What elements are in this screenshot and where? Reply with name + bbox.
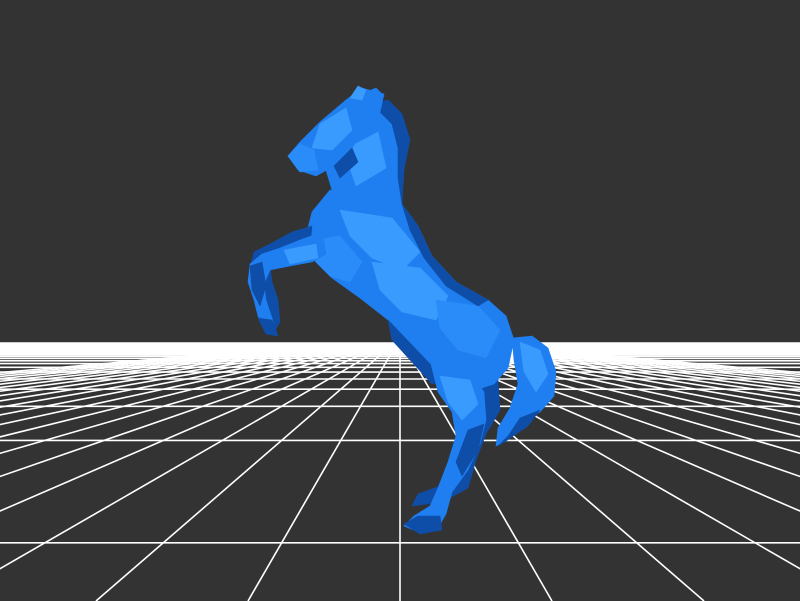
3d-scene-canvas[interactable] [0, 0, 800, 601]
grid-line [0, 342, 376, 426]
grid-line [445, 342, 800, 385]
grid-line [0, 342, 355, 385]
horse-hoof [403, 515, 443, 535]
grid-line [0, 342, 364, 397]
3d-viewport[interactable] [0, 0, 800, 601]
grid-line [0, 342, 367, 402]
grid-line [0, 342, 386, 478]
grid-line [0, 342, 370, 409]
horse-model[interactable] [247, 85, 557, 535]
ground-grid [0, 342, 800, 601]
grid-line [0, 342, 358, 389]
grid-line [0, 342, 373, 416]
grid-line [0, 342, 361, 393]
